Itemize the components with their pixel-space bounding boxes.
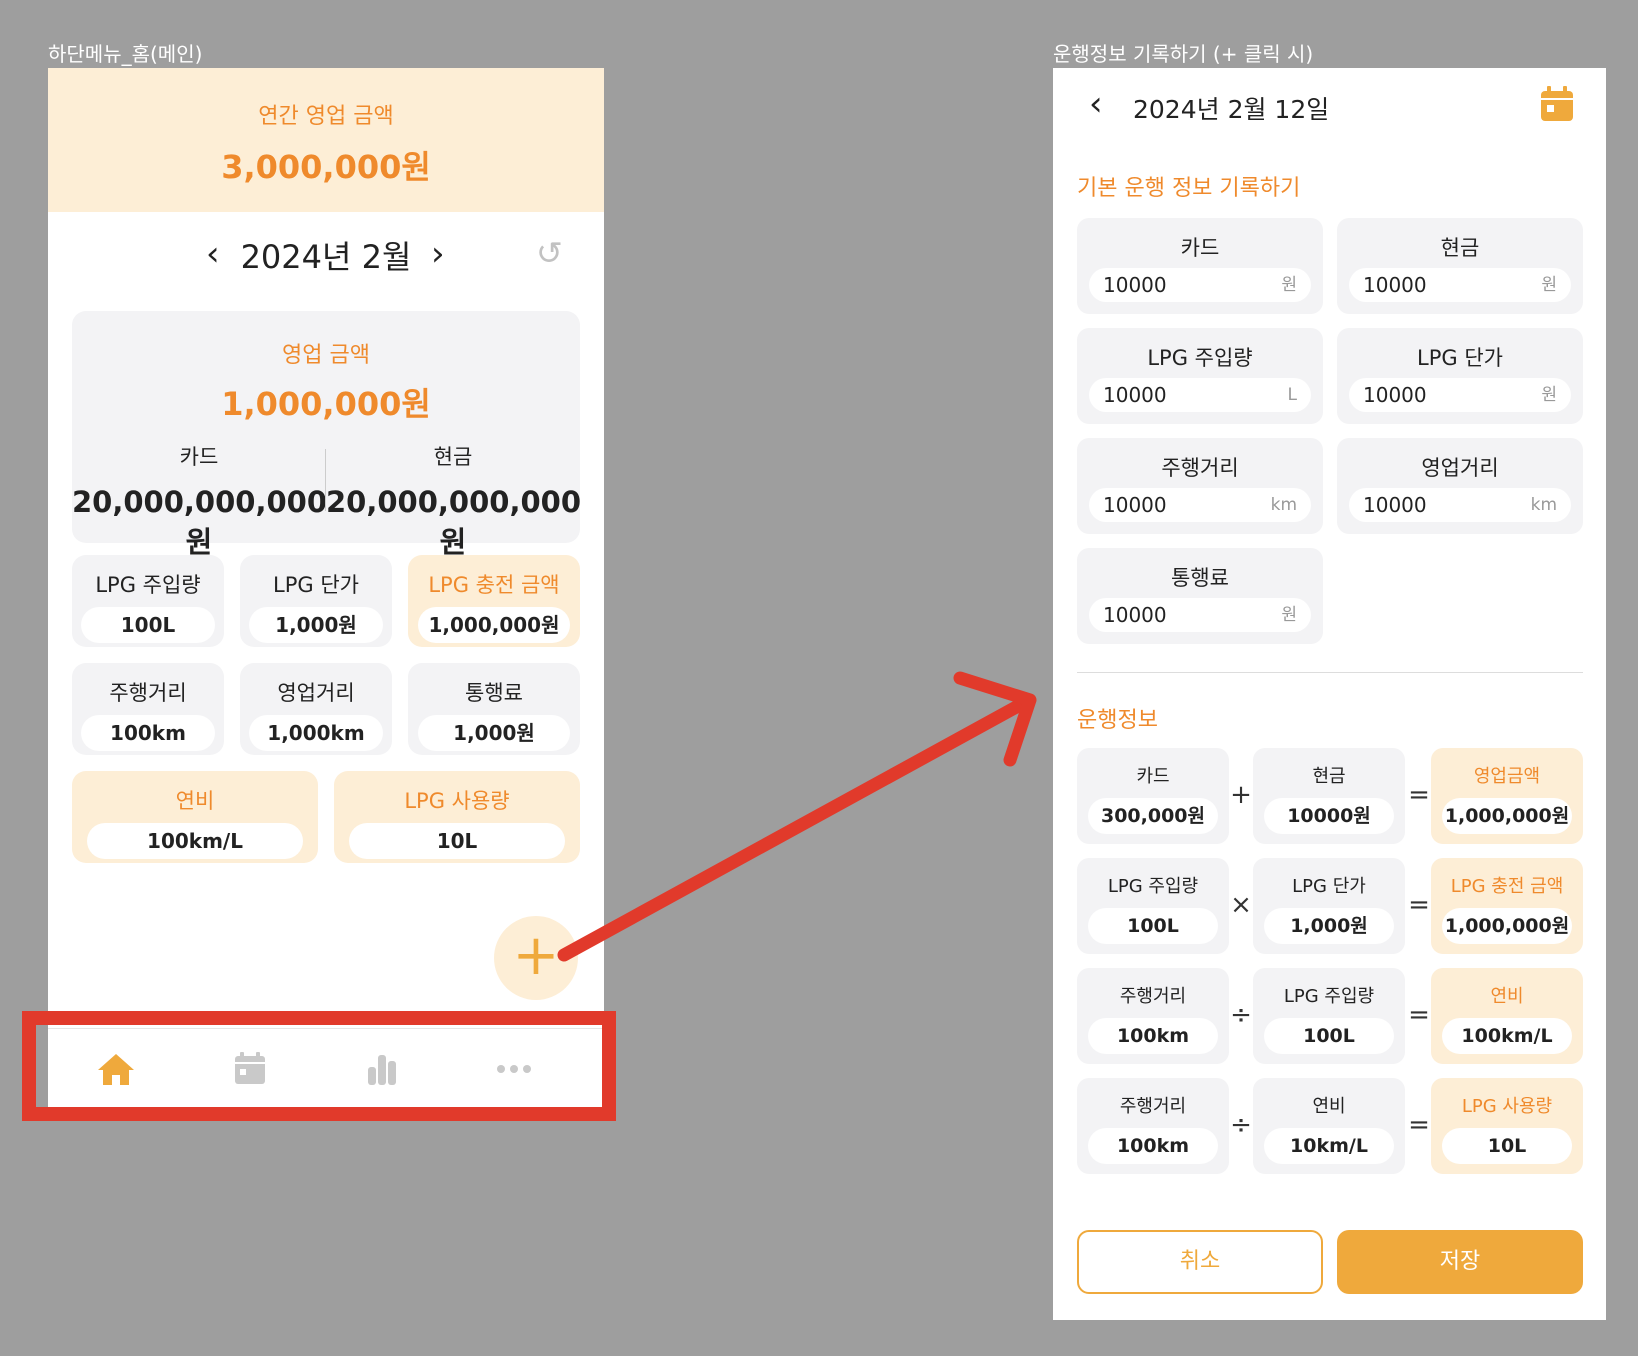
input-label: 현금	[1440, 236, 1480, 260]
calc-value: 10000원	[1263, 798, 1395, 834]
calc-label: LPG 주입량	[1107, 876, 1199, 897]
business-distance-input-tile: 영업거리 10000 km	[1337, 438, 1583, 534]
cash-input[interactable]: 10000 원	[1349, 268, 1571, 302]
calc-value: 1,000,000원	[1441, 798, 1573, 834]
input-value: 10000	[1103, 493, 1167, 517]
calendar-icon[interactable]	[1540, 86, 1574, 122]
calc-value: 10km/L	[1263, 1128, 1395, 1164]
back-icon[interactable]: ‹	[1089, 84, 1103, 124]
calc-label: LPG 사용량	[1461, 1096, 1553, 1117]
calc-operand-a: 카드 300,000원	[1077, 748, 1229, 844]
input-label: 영업거리	[1421, 456, 1499, 480]
calc-label: LPG 단가	[1292, 876, 1366, 897]
calc-label: LPG 충전 금액	[1450, 876, 1564, 897]
input-unit: 원	[1541, 385, 1557, 405]
business-distance-input[interactable]: 10000 km	[1349, 488, 1571, 522]
calc-operand-b: 현금 10000원	[1253, 748, 1405, 844]
equals-operator: =	[1408, 1110, 1430, 1140]
multiply-operator: ×	[1230, 890, 1252, 920]
calc-label: 주행거리	[1119, 986, 1187, 1007]
calc-label: 카드	[1136, 766, 1170, 787]
save-button[interactable]: 저장	[1337, 1230, 1583, 1294]
lpg-amount-input[interactable]: 10000 L	[1089, 378, 1311, 412]
section-divider	[1077, 672, 1583, 673]
calc-label: 현금	[1312, 766, 1346, 787]
lpg-price-input-tile: LPG 단가 10000 원	[1337, 328, 1583, 424]
divide-operator: ÷	[1230, 1000, 1252, 1030]
calc-value: 100km	[1087, 1018, 1219, 1054]
lpg-amount-input-tile: LPG 주입량 10000 L	[1077, 328, 1323, 424]
equals-operator: =	[1408, 780, 1430, 810]
equals-operator: =	[1408, 890, 1430, 920]
input-value: 10000	[1103, 603, 1167, 627]
calc-operand-b: LPG 주입량 100L	[1253, 968, 1405, 1064]
calc-label: 연비	[1490, 986, 1524, 1007]
input-unit: L	[1287, 385, 1297, 405]
drive-info-section-title: 운행정보	[1077, 708, 1158, 733]
input-unit: 원	[1281, 605, 1297, 625]
record-header: ‹ 2024년 2월 12일	[1053, 68, 1606, 148]
input-label: LPG 주입량	[1147, 346, 1253, 370]
calc-value: 100L	[1087, 908, 1219, 944]
card-input[interactable]: 10000 원	[1089, 268, 1311, 302]
input-value: 10000	[1103, 273, 1167, 297]
cash-input-tile: 현금 10000 원	[1337, 218, 1583, 314]
divide-operator: ÷	[1230, 1110, 1252, 1140]
input-value: 10000	[1363, 493, 1427, 517]
calc-value: 1,000,000원	[1441, 908, 1573, 944]
calc-result: 영업금액 1,000,000원	[1431, 748, 1583, 844]
calc-label: 영업금액	[1473, 766, 1541, 787]
calc-label: 연비	[1312, 1096, 1346, 1117]
input-unit: km	[1270, 495, 1297, 515]
input-label: LPG 단가	[1417, 346, 1503, 370]
calc-value: 100L	[1263, 1018, 1395, 1054]
calc-value: 100km	[1087, 1128, 1219, 1164]
record-date: 2024년 2월 12일	[1133, 95, 1330, 124]
input-value: 10000	[1363, 383, 1427, 407]
input-unit: km	[1530, 495, 1557, 515]
calc-operand-b: LPG 단가 1,000원	[1253, 858, 1405, 954]
calc-operand-a: 주행거리 100km	[1077, 968, 1229, 1064]
card-input-tile: 카드 10000 원	[1077, 218, 1323, 314]
input-label: 통행료	[1171, 566, 1229, 590]
calc-operand-a: LPG 주입량 100L	[1077, 858, 1229, 954]
calc-label: LPG 주입량	[1283, 986, 1375, 1007]
toll-input-tile: 통행료 10000 원	[1077, 548, 1323, 644]
calc-result: LPG 충전 금액 1,000,000원	[1431, 858, 1583, 954]
input-label: 카드	[1180, 236, 1220, 260]
cancel-button[interactable]: 취소	[1077, 1230, 1323, 1294]
input-unit: 원	[1281, 275, 1297, 295]
equals-operator: =	[1408, 1000, 1430, 1030]
calc-value: 1,000원	[1263, 908, 1395, 944]
calc-result: LPG 사용량 10L	[1431, 1078, 1583, 1174]
input-unit: 원	[1541, 275, 1557, 295]
calc-label: 주행거리	[1119, 1096, 1187, 1117]
toll-input[interactable]: 10000 원	[1089, 598, 1311, 632]
driving-distance-input-tile: 주행거리 10000 km	[1077, 438, 1323, 534]
calc-value: 300,000원	[1087, 798, 1219, 834]
input-value: 10000	[1103, 383, 1167, 407]
input-value: 10000	[1363, 273, 1427, 297]
calc-result: 연비 100km/L	[1431, 968, 1583, 1064]
plus-operator: +	[1230, 780, 1252, 810]
calc-value: 10L	[1441, 1128, 1573, 1164]
input-label: 주행거리	[1161, 456, 1239, 480]
driving-distance-input[interactable]: 10000 km	[1089, 488, 1311, 522]
calc-operand-b: 연비 10km/L	[1253, 1078, 1405, 1174]
record-screen: ‹ 2024년 2월 12일 기본 운행 정보 기록하기 카드 10000 원 현…	[1053, 68, 1606, 1320]
lpg-price-input[interactable]: 10000 원	[1349, 378, 1571, 412]
calc-value: 100km/L	[1441, 1018, 1573, 1054]
calc-operand-a: 주행거리 100km	[1077, 1078, 1229, 1174]
basic-info-section-title: 기본 운행 정보 기록하기	[1077, 176, 1301, 201]
